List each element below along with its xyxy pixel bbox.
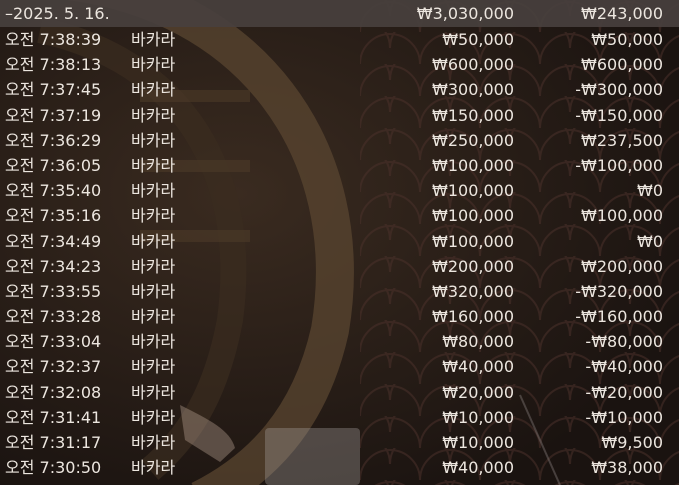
game-name: 바카라 <box>131 307 176 327</box>
result-amount: ₩50,000 <box>591 30 663 49</box>
bet-amount: ₩80,000 <box>442 332 514 352</box>
bet-amount: ₩40,000 <box>442 357 514 377</box>
game-name: 바카라 <box>131 256 176 276</box>
bet-time: 오전 7:36:29 <box>5 130 102 150</box>
bet-amount: ₩50,000 <box>442 30 514 49</box>
bet-amount: ₩100,000 <box>432 231 514 251</box>
result-amount: ₩237,500 <box>581 130 663 150</box>
bet-row[interactable]: 오전 7:31:17 바카라 ₩10,000 ₩9,500 <box>0 430 679 455</box>
date-summary-row[interactable]: –2025. 5. 16. ₩3,030,000 ₩243,000 <box>0 0 679 27</box>
bet-time: 오전 7:33:55 <box>5 281 102 301</box>
bet-time: 오전 7:31:41 <box>5 407 102 427</box>
game-name: 바카라 <box>131 407 176 427</box>
bet-row[interactable]: 오전 7:31:41 바카라 ₩10,000 -₩10,000 <box>0 405 679 430</box>
result-amount: ₩38,000 <box>591 458 663 478</box>
bet-row[interactable]: 오전 7:30:50 바카라 ₩40,000 ₩38,000 <box>0 455 679 480</box>
game-name: 바카라 <box>131 155 176 175</box>
bet-time: 오전 7:32:37 <box>5 357 102 377</box>
result-amount: ₩0 <box>637 181 663 201</box>
bet-amount: ₩20,000 <box>442 382 514 402</box>
bet-time: 오전 7:37:45 <box>5 80 102 100</box>
bet-row[interactable]: 오전 7:36:05 바카라 ₩100,000 -₩100,000 <box>0 153 679 178</box>
result-amount: ₩0 <box>637 231 663 251</box>
bet-row[interactable]: 오전 7:33:55 바카라 ₩320,000 -₩320,000 <box>0 279 679 304</box>
game-name: 바카라 <box>131 181 176 201</box>
bet-time: 오전 7:35:40 <box>5 181 102 201</box>
bet-history-panel: –2025. 5. 16. ₩3,030,000 ₩243,000 오전 7:3… <box>0 0 679 485</box>
bet-time: 오전 7:38:39 <box>5 30 102 49</box>
game-name: 바카라 <box>131 332 176 352</box>
bet-row[interactable]: 오전 7:36:29 바카라 ₩250,000 ₩237,500 <box>0 128 679 153</box>
total-result-amount: ₩243,000 <box>581 4 663 23</box>
bet-amount: ₩250,000 <box>432 130 514 150</box>
result-amount: ₩200,000 <box>581 256 663 276</box>
bet-row[interactable]: 오전 7:32:08 바카라 ₩20,000 -₩20,000 <box>0 380 679 405</box>
game-name: 바카라 <box>131 458 176 478</box>
bet-time: 오전 7:31:17 <box>5 433 102 452</box>
bet-row[interactable]: 오전 7:33:04 바카라 ₩80,000 -₩80,000 <box>0 329 679 354</box>
game-name: 바카라 <box>131 30 176 49</box>
bet-time: 오전 7:34:49 <box>5 231 102 251</box>
bet-amount: ₩200,000 <box>432 256 514 276</box>
game-name: 바카라 <box>131 105 176 125</box>
bet-time: 오전 7:34:23 <box>5 256 102 276</box>
result-amount: -₩20,000 <box>585 382 663 402</box>
bet-amount: ₩40,000 <box>442 458 514 478</box>
date-label: –2025. 5. 16. <box>5 4 110 23</box>
bet-time: 오전 7:38:13 <box>5 55 102 75</box>
result-amount: -₩10,000 <box>585 407 663 427</box>
result-amount: ₩100,000 <box>581 206 663 226</box>
bet-amount: ₩300,000 <box>432 80 514 100</box>
bet-row[interactable]: 오전 7:33:28 바카라 ₩160,000 -₩160,000 <box>0 304 679 329</box>
bet-time: 오전 7:33:28 <box>5 307 102 327</box>
bet-row[interactable]: 오전 7:37:45 바카라 ₩300,000 -₩300,000 <box>0 77 679 102</box>
game-name: 바카라 <box>131 55 176 75</box>
game-name: 바카라 <box>131 357 176 377</box>
game-name: 바카라 <box>131 231 176 251</box>
result-amount: -₩320,000 <box>575 281 663 301</box>
bet-time: 오전 7:33:04 <box>5 332 102 352</box>
bet-amount: ₩100,000 <box>432 181 514 201</box>
bet-amount: ₩100,000 <box>432 155 514 175</box>
game-name: 바카라 <box>131 80 176 100</box>
bet-row[interactable]: 오전 7:38:13 바카라 ₩600,000 ₩600,000 <box>0 52 679 77</box>
bet-amount: ₩150,000 <box>432 105 514 125</box>
game-name: 바카라 <box>131 130 176 150</box>
result-amount: -₩300,000 <box>575 80 663 100</box>
result-amount: -₩150,000 <box>575 105 663 125</box>
bet-amount: ₩320,000 <box>432 281 514 301</box>
result-amount: -₩40,000 <box>585 357 663 377</box>
game-name: 바카라 <box>131 382 176 402</box>
result-amount: ₩600,000 <box>581 55 663 75</box>
bet-row[interactable]: 오전 7:35:40 바카라 ₩100,000 ₩0 <box>0 178 679 203</box>
bet-amount: ₩600,000 <box>432 55 514 75</box>
bet-row[interactable]: 오전 7:35:16 바카라 ₩100,000 ₩100,000 <box>0 203 679 228</box>
total-bet-amount: ₩3,030,000 <box>416 4 514 23</box>
bet-amount: ₩10,000 <box>442 407 514 427</box>
bet-time: 오전 7:30:50 <box>5 458 102 478</box>
bet-row[interactable]: 오전 7:34:23 바카라 ₩200,000 ₩200,000 <box>0 254 679 279</box>
game-name: 바카라 <box>131 206 176 226</box>
result-amount: -₩160,000 <box>575 307 663 327</box>
bet-row[interactable]: 오전 7:32:37 바카라 ₩40,000 -₩40,000 <box>0 354 679 379</box>
bet-amount: ₩160,000 <box>432 307 514 327</box>
bet-amount: ₩10,000 <box>442 433 514 452</box>
bet-time: 오전 7:32:08 <box>5 382 102 402</box>
bet-time: 오전 7:37:19 <box>5 105 102 125</box>
bet-row[interactable]: 오전 7:34:49 바카라 ₩100,000 ₩0 <box>0 229 679 254</box>
game-name: 바카라 <box>131 281 176 301</box>
game-name: 바카라 <box>131 433 176 452</box>
bet-row[interactable]: 오전 7:37:19 바카라 ₩150,000 -₩150,000 <box>0 103 679 128</box>
result-amount: ₩9,500 <box>601 433 663 452</box>
bet-row[interactable]: 오전 7:38:39 바카라 ₩50,000 ₩50,000 <box>0 27 679 52</box>
bet-time: 오전 7:36:05 <box>5 155 102 175</box>
bet-time: 오전 7:35:16 <box>5 206 102 226</box>
bet-amount: ₩100,000 <box>432 206 514 226</box>
result-amount: -₩100,000 <box>575 155 663 175</box>
result-amount: -₩80,000 <box>585 332 663 352</box>
